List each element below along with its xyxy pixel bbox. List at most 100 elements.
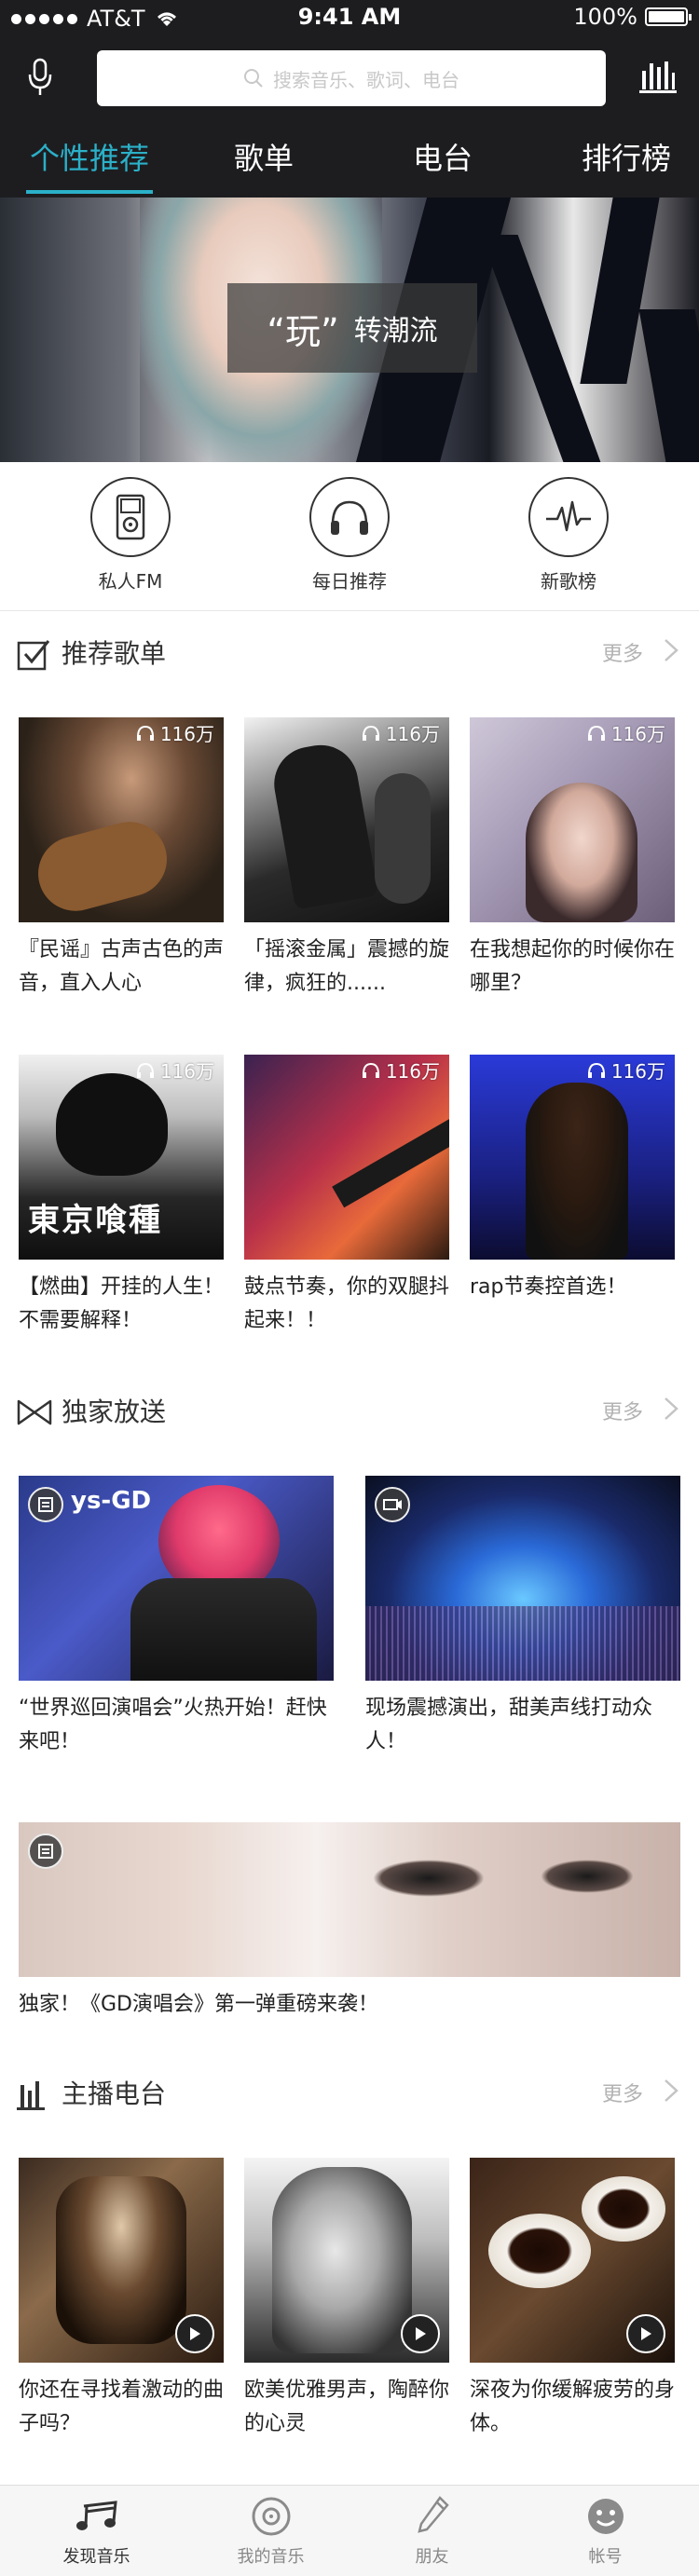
radio-cover: [470, 2158, 675, 2363]
search-placeholder: 搜索音乐、歌词、电台: [273, 68, 459, 91]
checkbox-icon: [17, 640, 50, 671]
banner-caption-sub: 转潮流: [353, 315, 438, 348]
radio-card[interactable]: 你还在寻找着激动的曲子吗？: [19, 2158, 224, 2441]
radio-card[interactable]: 深夜为你缓解疲劳的身体。: [470, 2158, 675, 2441]
section-header-recommended: 推荐歌单 更多: [0, 611, 699, 695]
quick-entry-label: 私人FM: [98, 570, 163, 593]
playlist-card[interactable]: 116万 rap节奏控首选！: [470, 1055, 675, 1304]
music-notes-icon: [75, 2501, 117, 2530]
list-badge: [28, 1833, 63, 1869]
playlist-caption: 鼓点节奏，你的双腿抖起来！！: [244, 1275, 450, 1332]
play-button[interactable]: [401, 2314, 440, 2353]
chevron-right-icon[interactable]: [660, 2077, 682, 2105]
quick-entry-daily[interactable]: 每日推荐: [275, 477, 424, 593]
section-header-exclusive: 独家放送 更多: [0, 1370, 699, 1453]
tab-playlists[interactable]: 歌单: [222, 134, 306, 198]
now-playing-bars-icon[interactable]: [639, 58, 677, 93]
section-title: 主播电台: [62, 2079, 167, 2109]
chevron-right-icon[interactable]: [660, 1395, 682, 1423]
bar-chart-icon: [17, 2081, 45, 2110]
nav-my-music[interactable]: 我的音乐: [184, 2495, 358, 2568]
pen-icon: [417, 2496, 449, 2533]
headphones-icon: [136, 725, 154, 741]
exclusive-card[interactable]: 现场震撼演出，甜美声线打动众人！: [365, 1476, 680, 1759]
play-button[interactable]: [175, 2314, 214, 2353]
playlist-caption: 「摇滚金属」震撼的旋律，疯狂的......: [244, 938, 450, 995]
playlist-cover: 116万: [19, 717, 224, 922]
section-title: 推荐歌单: [62, 638, 167, 669]
face-icon: [587, 2499, 624, 2534]
section-header-radio: 主播电台 更多: [0, 2051, 699, 2135]
exclusive-cover: [365, 1476, 680, 1681]
nav-friends[interactable]: 朋友: [345, 2495, 519, 2568]
playlist-card[interactable]: 116万 在我想起你的时候你在哪里？: [470, 717, 675, 1001]
status-bar: AT&T 9:41 AM 100%: [0, 0, 699, 37]
play-count: 116万: [587, 1056, 665, 1084]
headphones-icon: [587, 725, 605, 741]
playlist-card[interactable]: 116万 「摇滚金属」震撼的旋律，疯狂的......: [244, 717, 449, 1001]
more-link[interactable]: 更多: [602, 2078, 643, 2107]
radio-caption: 深夜为你缓解疲劳的身体。: [470, 2378, 676, 2435]
headphones-icon: [362, 725, 379, 741]
tab-radio[interactable]: 电台: [401, 134, 485, 198]
tab-personal-recommend[interactable]: 个性推荐: [26, 134, 153, 198]
playlist-cover: 116万: [470, 1055, 675, 1260]
radio-card[interactable]: 欧美优雅男声，陶醉你的心灵: [244, 2158, 449, 2441]
play-button[interactable]: [626, 2314, 665, 2353]
playlist-cover: 116万: [244, 717, 449, 922]
pulse-icon: [546, 500, 591, 532]
exclusive-card[interactable]: ys-GD “世界巡回演唱会”火热开始！赶快来吧！: [19, 1476, 334, 1759]
playlist-card[interactable]: 東京喰種 116万 【燃曲】开挂的人生！不需要解释！: [19, 1055, 224, 1338]
banner-carousel[interactable]: “玩” 转潮流: [0, 198, 699, 462]
exclusive-caption: 现场震撼演出，甜美声线打动众人！: [365, 1697, 653, 1753]
playlist-cover: 116万: [244, 1055, 449, 1260]
playlist-card[interactable]: 116万 鼓点节奏，你的双腿抖起来！！: [244, 1055, 449, 1338]
play-count: 116万: [362, 1056, 440, 1084]
tab-charts[interactable]: 排行榜: [569, 134, 684, 198]
play-count: 116万: [362, 719, 440, 746]
radio-caption: 你还在寻找着激动的曲子吗？: [19, 2378, 225, 2435]
play-count: 116万: [136, 719, 214, 746]
quick-entry-new-songs[interactable]: 新歌榜: [494, 477, 643, 593]
quick-entry-label: 新歌榜: [541, 570, 596, 593]
nav-label: 发现音乐: [62, 2547, 130, 2567]
video-badge: [375, 1487, 410, 1522]
banner-caption-main: “玩”: [267, 310, 339, 352]
more-link[interactable]: 更多: [602, 637, 643, 667]
chevron-right-icon[interactable]: [660, 636, 682, 664]
play-count: 116万: [587, 719, 665, 746]
nav-discover-music[interactable]: 发现音乐: [9, 2495, 184, 2568]
video-icon: [383, 1499, 402, 1510]
playlist-cover: 116万: [470, 717, 675, 922]
exclusive-image-text: ys-GD: [71, 1487, 152, 1515]
exclusive-featured-card[interactable]: 独家！《GD演唱会》第一弹重磅来袭！: [19, 1822, 680, 2022]
quick-entry-private-fm[interactable]: 私人FM: [56, 477, 205, 593]
nav-label: 朋友: [415, 2547, 449, 2567]
exclusive-cover: ys-GD: [19, 1476, 334, 1681]
more-link[interactable]: 更多: [602, 1396, 643, 1425]
exclusive-caption: “世界巡回演唱会”火热开始！赶快来吧！: [19, 1697, 327, 1753]
headphones-icon: [331, 500, 368, 535]
battery-icon: [645, 7, 692, 26]
playlist-caption: rap节奏控首选！: [470, 1275, 627, 1299]
search-icon: [244, 69, 263, 88]
microphone-icon[interactable]: [26, 58, 54, 97]
playlist-cover: 東京喰種 116万: [19, 1055, 224, 1260]
section-title: 独家放送: [62, 1397, 167, 1427]
exclusive-featured-caption: 独家！《GD演唱会》第一弹重磅来袭！: [19, 1993, 378, 2016]
battery-percent: 100%: [573, 4, 637, 30]
nav-account[interactable]: 帐号: [518, 2495, 692, 2568]
nav-label: 帐号: [588, 2547, 623, 2567]
playlist-caption: 『民谣』古声古色的声音，直入人心: [19, 938, 225, 995]
search-input[interactable]: 搜索音乐、歌词、电台: [97, 50, 606, 106]
list-icon: [38, 1497, 53, 1512]
exclusive-featured-cover: [19, 1822, 680, 1977]
playlist-card[interactable]: 116万 『民谣』古声古色的声音，直入人心: [19, 717, 224, 1001]
headphones-icon: [362, 1062, 379, 1078]
bowtie-icon: [17, 1399, 52, 1425]
quick-entry-label: 每日推荐: [312, 570, 387, 593]
tab-bar: 个性推荐 歌单 电台 排行榜: [0, 134, 699, 198]
radio-cover: [19, 2158, 224, 2363]
play-count: 116万: [136, 1056, 214, 1084]
quick-entries: 私人FM 每日推荐 新歌榜: [0, 462, 699, 611]
